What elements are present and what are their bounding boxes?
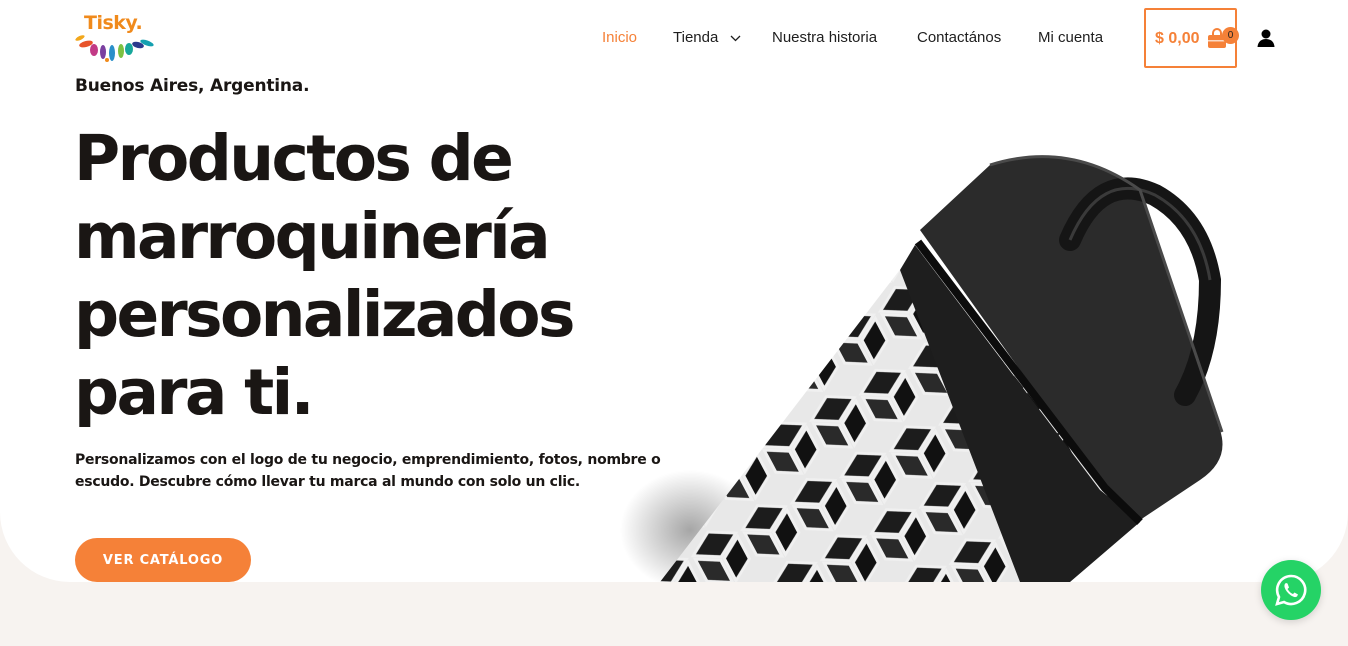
nav-item-nuestra-historia[interactable]: Nuestra historia bbox=[772, 29, 877, 46]
hero-section: Tisky. Inicio Tienda Nuestra historia Co… bbox=[0, 0, 1348, 582]
cart-amount: $ 0,00 bbox=[1155, 30, 1200, 47]
site-header: Tisky. Inicio Tienda Nuestra historia Co… bbox=[0, 0, 1348, 76]
headline-line: marroquinería bbox=[74, 200, 551, 273]
nav-item-mi-cuenta[interactable]: Mi cuenta bbox=[1038, 29, 1103, 46]
subtext-line: escudo. Descubre cómo llevar tu marca al… bbox=[75, 474, 580, 490]
subtext-line: Personalizamos con el logo de tu negocio… bbox=[75, 452, 661, 468]
user-icon[interactable] bbox=[1256, 28, 1276, 48]
nav-item-inicio[interactable]: Inicio bbox=[602, 29, 637, 46]
cart-button[interactable]: $ 0,00 0 bbox=[1144, 8, 1239, 68]
headline-line: Productos de bbox=[74, 122, 514, 195]
chevron-down-icon bbox=[731, 35, 741, 41]
hero-subtext: Personalizamos con el logo de tu negocio… bbox=[75, 449, 675, 493]
whatsapp-icon bbox=[1275, 574, 1307, 606]
cart-count-badge: 0 bbox=[1222, 27, 1239, 44]
nav-item-contactanos[interactable]: Contactános bbox=[917, 29, 1001, 46]
headline-line: para ti. bbox=[74, 356, 315, 429]
headline-line: personalizados bbox=[74, 278, 575, 351]
product-image bbox=[620, 155, 1224, 582]
logo-splash-icon bbox=[75, 35, 154, 62]
nav-item-tienda[interactable]: Tienda bbox=[673, 29, 741, 46]
nav-item-tienda-label: Tienda bbox=[673, 29, 719, 46]
ver-catalogo-button[interactable]: VER CATÁLOGO bbox=[75, 538, 251, 582]
logo[interactable]: Tisky. bbox=[74, 12, 158, 64]
location-text: Buenos Aires, Argentina. bbox=[75, 76, 310, 96]
hero-headline: Productos de marroquinería personalizado… bbox=[74, 120, 654, 432]
whatsapp-button[interactable] bbox=[1261, 560, 1321, 620]
